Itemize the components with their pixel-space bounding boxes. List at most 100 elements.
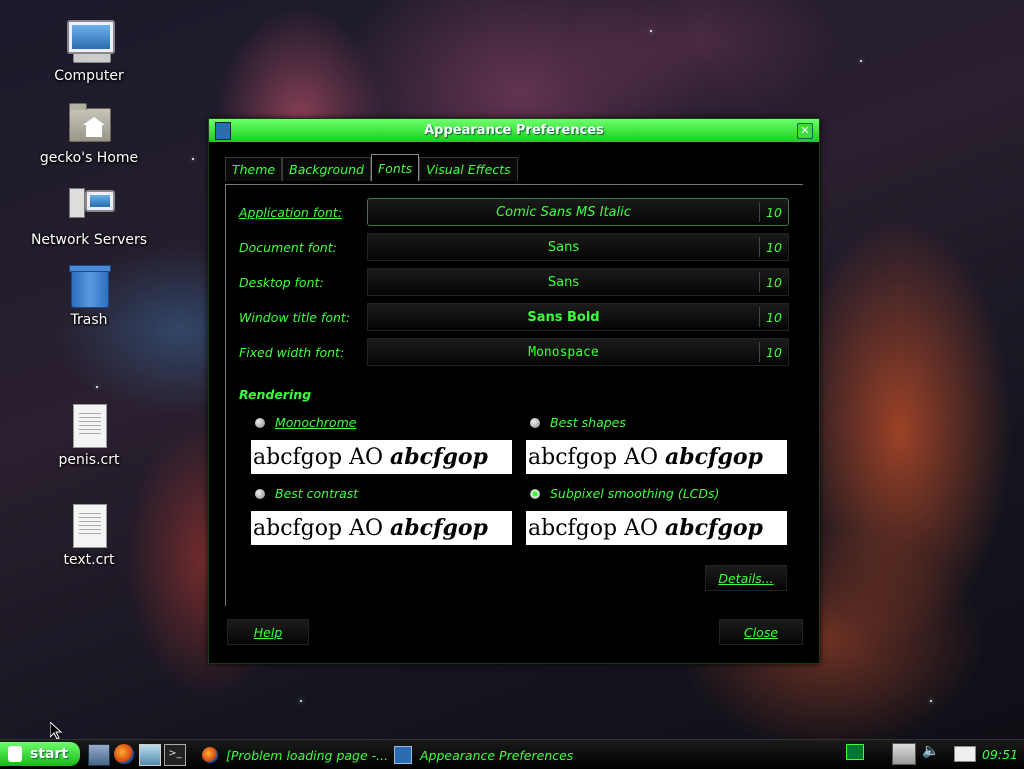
radio-label: Best shapes — [550, 415, 626, 430]
desktop-icon-trash[interactable]: Trash — [29, 264, 149, 328]
star — [930, 700, 932, 702]
radio-indicator — [530, 417, 540, 428]
font-name: Monospace — [528, 344, 599, 360]
task-label: Appearance Preferences — [420, 747, 574, 763]
details-button[interactable]: Details... — [705, 565, 787, 591]
window-close-button[interactable]: ✕ — [797, 123, 813, 139]
application-font-label: Application font: — [239, 204, 342, 220]
desktop-icon-label: gecko's Home — [39, 150, 139, 166]
help-button[interactable]: Help — [227, 619, 309, 645]
star — [860, 60, 862, 62]
start-button[interactable]: start — [0, 742, 80, 766]
radio-label: Monochrome — [275, 415, 357, 430]
radio-indicator-selected — [530, 488, 540, 499]
star — [192, 158, 194, 160]
window-title-font-button[interactable]: Sans Bold 10 — [367, 303, 789, 331]
fixed-width-font-button[interactable]: Monospace 10 — [367, 338, 789, 366]
font-size: 10 — [766, 274, 782, 290]
document-icon — [65, 504, 113, 548]
volume-icon[interactable]: 🔈 — [922, 743, 940, 761]
terminal-icon[interactable]: >_ — [164, 744, 186, 766]
window-title-font-label: Window title font: — [239, 309, 351, 325]
radio-label: Best contrast — [275, 486, 359, 501]
computer-launcher-icon[interactable] — [139, 744, 161, 766]
application-font-button[interactable]: Comic Sans MS Italic 10 — [367, 198, 789, 226]
appearance-icon — [394, 746, 412, 764]
desktop-icon-home[interactable]: gecko's Home — [29, 102, 149, 166]
font-row-window-title: Window title font: Sans Bold 10 — [239, 303, 789, 331]
radio-best-shapes[interactable]: Best shapes — [530, 415, 626, 430]
network-servers-icon — [65, 184, 115, 228]
window-title: Appearance Preferences — [424, 123, 604, 138]
document-icon — [65, 404, 113, 448]
font-row-application: Application font: Comic Sans MS Italic 1… — [239, 198, 789, 226]
home-folder-icon — [65, 102, 113, 146]
show-desktop-icon[interactable] — [88, 744, 110, 766]
radio-indicator — [255, 417, 265, 428]
fixed-width-font-label: Fixed width font: — [239, 344, 345, 360]
star — [650, 30, 652, 32]
desktop-icon-text-crt[interactable]: text.crt — [29, 504, 149, 568]
font-size: 10 — [766, 344, 782, 360]
close-button-label: Close — [743, 624, 779, 640]
details-button-label: Details... — [718, 570, 774, 586]
font-name: Sans — [547, 239, 580, 255]
desktop-font-button[interactable]: Sans 10 — [367, 268, 789, 296]
desktop-icon-computer[interactable]: Computer — [29, 20, 149, 84]
tab-divider — [225, 184, 803, 185]
desktop-font-label: Desktop font: — [239, 274, 324, 290]
desktop-icon-label: Network Servers — [30, 232, 148, 248]
font-name: Sans — [547, 274, 580, 290]
tab-theme[interactable]: Theme — [225, 157, 283, 181]
tab-visual-effects[interactable]: Visual Effects — [419, 157, 518, 181]
font-size: 10 — [766, 204, 782, 220]
mouse-cursor-icon — [50, 722, 62, 740]
trash-icon — [65, 264, 113, 308]
radio-indicator — [255, 488, 265, 499]
star — [96, 386, 98, 388]
firefox-icon[interactable] — [114, 744, 134, 764]
sample-subpixel: abcfgop AO abcfgop — [526, 511, 787, 545]
tab-fonts[interactable]: Fonts — [370, 154, 420, 181]
rendering-heading: Rendering — [239, 387, 312, 402]
desktop-icon-network-servers[interactable]: Network Servers — [29, 184, 149, 248]
desktop-icon-label: text.crt — [63, 552, 115, 568]
desktop-icon-penis-crt[interactable]: penis.crt — [29, 404, 149, 468]
font-size: 10 — [766, 309, 782, 325]
workspace-switcher-icon[interactable] — [846, 744, 864, 760]
font-row-desktop: Desktop font: Sans 10 — [239, 268, 789, 296]
font-row-fixed-width: Fixed width font: Monospace 10 — [239, 338, 789, 366]
task-appearance-preferences[interactable]: Appearance Preferences — [394, 744, 573, 766]
radio-best-contrast[interactable]: Best contrast — [255, 486, 358, 501]
sample-best-shapes: abcfgop AO abcfgop — [526, 440, 787, 474]
radio-subpixel-smoothing[interactable]: Subpixel smoothing (LCDs) — [530, 486, 719, 501]
tab-bar: Theme Background Fonts Visual Effects — [225, 154, 518, 181]
desktop-icon-label: Trash — [70, 312, 108, 328]
network-icon[interactable] — [892, 743, 916, 765]
document-font-button[interactable]: Sans 10 — [367, 233, 789, 261]
taskbar: start >_ [Problem loading page -... Appe… — [0, 739, 1024, 769]
radio-label: Subpixel smoothing (LCDs) — [550, 486, 720, 501]
task-label: [Problem loading page -... — [226, 747, 389, 763]
appearance-preferences-window: Appearance Preferences ✕ Theme Backgroun… — [208, 118, 820, 664]
clock[interactable]: 09:51 — [982, 747, 1018, 762]
desktop-icon-label: Computer — [54, 68, 124, 84]
sample-monochrome: abcfgop AO abcfgop — [251, 440, 512, 474]
computer-icon — [65, 20, 115, 64]
desktop-icon-label: penis.crt — [58, 452, 120, 468]
window-menu-icon[interactable] — [215, 122, 231, 140]
mail-icon[interactable] — [954, 746, 976, 762]
radio-monochrome[interactable]: Monochrome — [255, 415, 356, 430]
help-button-label: Help — [253, 624, 283, 640]
font-name: Comic Sans MS Italic — [496, 204, 631, 220]
firefox-icon — [202, 747, 218, 763]
star — [300, 700, 302, 702]
font-size: 10 — [766, 239, 782, 255]
task-firefox[interactable]: [Problem loading page -... — [202, 744, 388, 766]
font-row-document: Document font: Sans 10 — [239, 233, 789, 261]
sample-best-contrast: abcfgop AO abcfgop — [251, 511, 512, 545]
close-button[interactable]: Close — [719, 619, 803, 645]
tab-background[interactable]: Background — [282, 157, 371, 181]
window-titlebar[interactable]: Appearance Preferences ✕ — [209, 119, 819, 142]
document-font-label: Document font: — [239, 239, 337, 255]
